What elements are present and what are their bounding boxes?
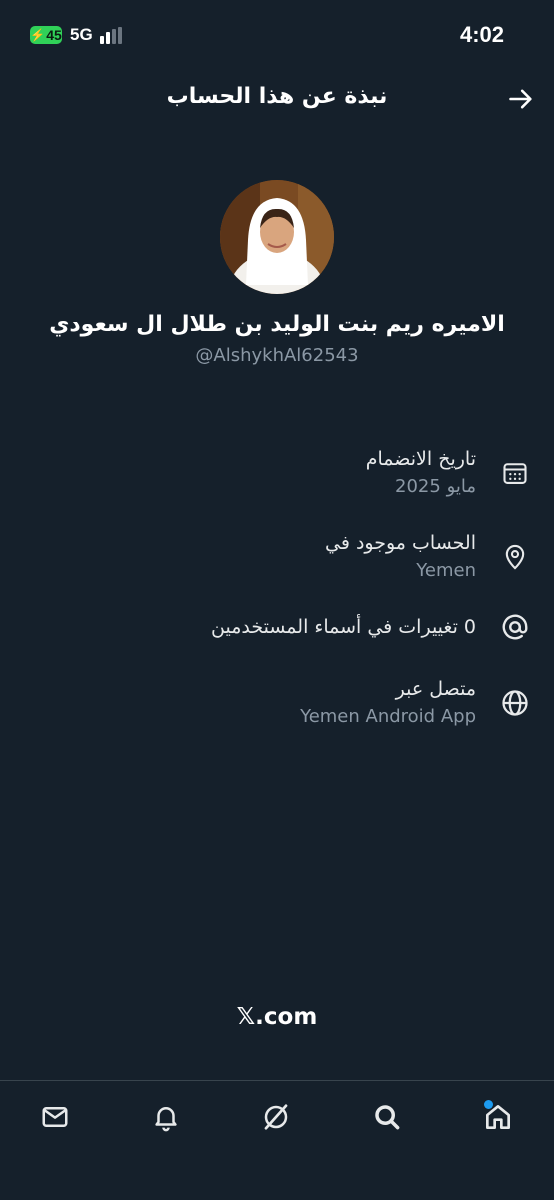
globe-icon [500,688,530,718]
x-com-link[interactable]: 𝕏.com [0,1004,554,1030]
bell-icon [155,1107,177,1132]
display-name: الاميره ريم بنت الوليد بن طلال ال سعودي [49,312,505,337]
at-sign-icon [500,612,530,642]
location-value: Yemen [416,560,476,581]
grok-icon [264,1104,288,1130]
status-bar: ⚡ 45 5G 4:02 [0,0,554,70]
location-pin-icon [500,542,530,572]
clock: 4:02 [459,22,504,47]
nav-search[interactable] [367,1097,407,1137]
nav-home[interactable] [478,1097,518,1137]
location-text: الحساب موجود في Yemen [325,530,476,584]
username-changes-label: 0 تغييرات في أسماء المستخدمين [211,616,476,638]
back-button[interactable] [504,82,538,116]
nav-messages[interactable] [35,1097,75,1137]
location-label: الحساب موجود في [325,532,476,554]
connected-via-value: Yemen Android App [300,706,476,727]
page-header: نبذة عن هذا الحساب [0,70,554,130]
arrow-right-icon [509,89,532,109]
connected-via-label: متصل عبر [395,678,476,700]
joined-date-value: مايو 2025 [395,476,476,497]
username-changes-text: 0 تغييرات في أسماء المستخدمين [211,614,476,640]
mail-icon [42,1107,68,1127]
avatar-image [220,180,334,294]
avatar[interactable] [220,180,334,294]
charging-bolt-icon: ⚡ [30,28,46,42]
page-title: نبذة عن هذا الحساب [166,84,388,109]
joined-date-label: تاريخ الانضمام [365,448,476,470]
calendar-icon [500,458,530,488]
signal-strength-icon [100,27,126,44]
notification-dot [484,1100,493,1109]
nav-notifications[interactable] [146,1097,186,1137]
search-icon [375,1105,400,1130]
bottom-navigation [0,1080,554,1200]
connected-via-text: متصل عبر Yemen Android App [300,676,476,730]
battery-level: 45 [46,27,62,43]
battery-indicator: ⚡ 45 [30,26,62,44]
nav-grok[interactable] [256,1097,296,1137]
joined-date-text: تاريخ الانضمام مايو 2025 [366,446,476,500]
username-handle: @AlshykhAl62543 [195,345,359,366]
network-type: 5G [70,25,93,44]
